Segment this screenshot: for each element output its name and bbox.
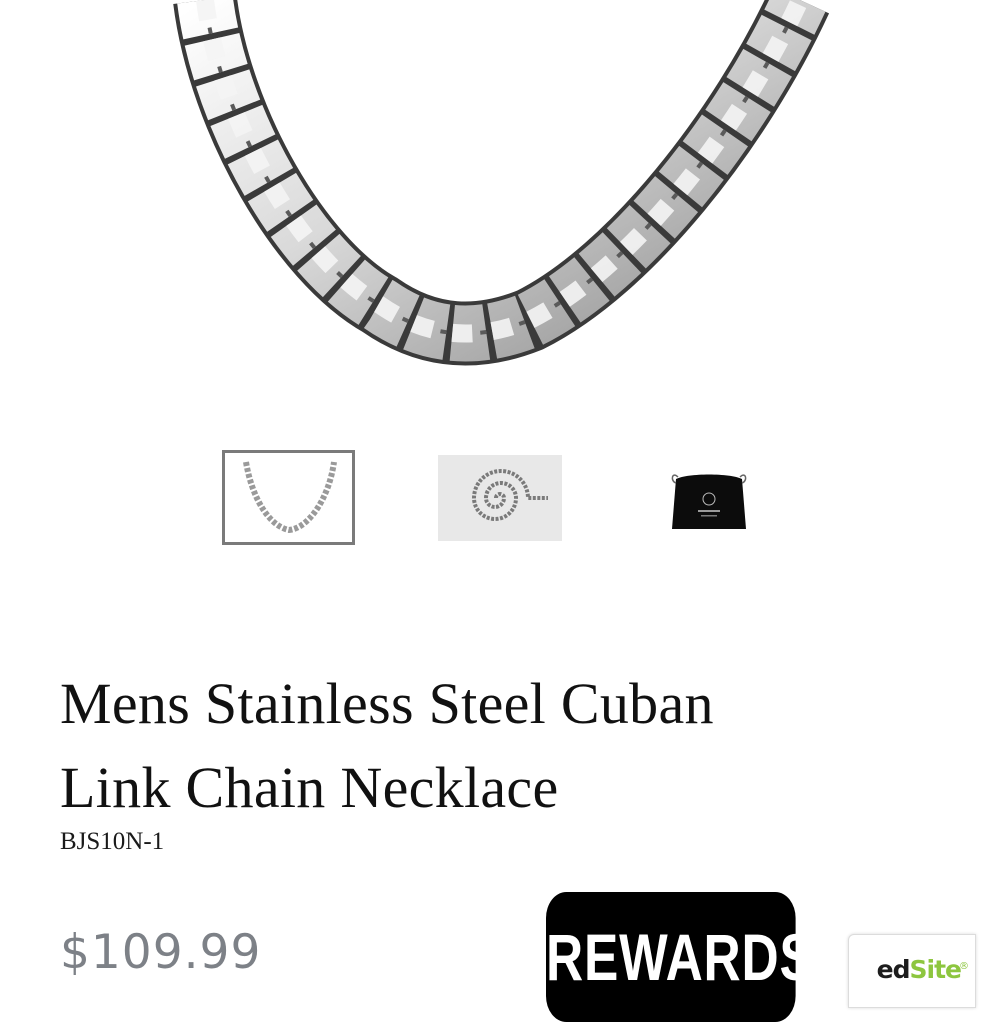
gift-pouch-thumbnail-icon	[671, 474, 747, 529]
thumbnail-gift-pouch[interactable]	[668, 448, 750, 548]
trusted-site-badge[interactable]: edSite ®	[848, 934, 976, 1008]
product-price: $109.99	[60, 925, 262, 980]
selected-thumbnail-border	[222, 450, 355, 545]
thumbnail-strip	[0, 448, 1000, 548]
product-main-image[interactable]	[0, 0, 1000, 400]
trusted-site-badge-text: edSite	[849, 955, 962, 984]
trusted-site-badge-text-main: ed	[876, 955, 911, 984]
rewards-button[interactable]: REWARDS	[546, 892, 814, 1022]
product-title-line-1: Mens Stainless Steel Cuban	[60, 671, 714, 736]
registered-mark: ®	[959, 961, 969, 972]
coiled-chain-thumbnail-icon	[438, 455, 562, 541]
trusted-site-badge-text-accent: Site	[909, 955, 962, 984]
thumbnail-front-view[interactable]	[222, 448, 355, 548]
product-title: Mens Stainless Steel Cuban Link Chain Ne…	[60, 662, 960, 830]
thumbnail-coiled-view[interactable]	[438, 448, 562, 548]
product-sku: BJS10N-1	[60, 828, 165, 855]
product-title-line-2: Link Chain Necklace	[60, 755, 559, 820]
